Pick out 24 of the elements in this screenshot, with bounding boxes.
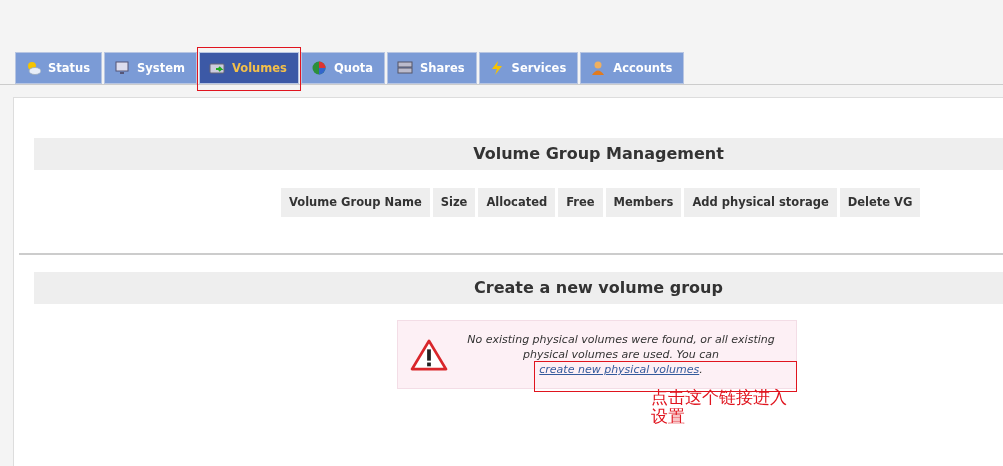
column-header: Allocated <box>478 188 556 217</box>
tab[interactable]: Accounts <box>580 52 685 84</box>
monitor-icon <box>114 60 131 76</box>
drive-icon <box>209 60 225 76</box>
user-icon <box>590 60 607 76</box>
tab[interactable]: Shares <box>387 52 477 84</box>
pie-icon <box>310 60 327 76</box>
column-header: Delete VG <box>839 188 921 217</box>
column-header: Size <box>432 188 476 217</box>
sun-icon <box>25 60 41 76</box>
tab[interactable]: Services <box>478 52 579 84</box>
tab[interactable]: Quota <box>300 52 386 84</box>
tab[interactable]: System <box>104 52 197 84</box>
column-header: Add physical storage <box>684 188 837 217</box>
warning-icon <box>410 338 448 371</box>
column-header: Free <box>558 188 603 217</box>
section-heading: Volume Group Management <box>34 138 1003 170</box>
tab[interactable]: Volumes <box>199 52 299 84</box>
server-icon <box>397 60 414 76</box>
section-heading: Create a new volume group <box>34 272 1003 304</box>
column-header: Volume Group Name <box>281 188 430 217</box>
column-header: Members <box>605 188 682 217</box>
alert-message: No existing physical volumes were found, or all existing physical volumes are used. You can create new physical volumes. <box>466 332 776 377</box>
tab[interactable]: Status <box>15 52 103 84</box>
